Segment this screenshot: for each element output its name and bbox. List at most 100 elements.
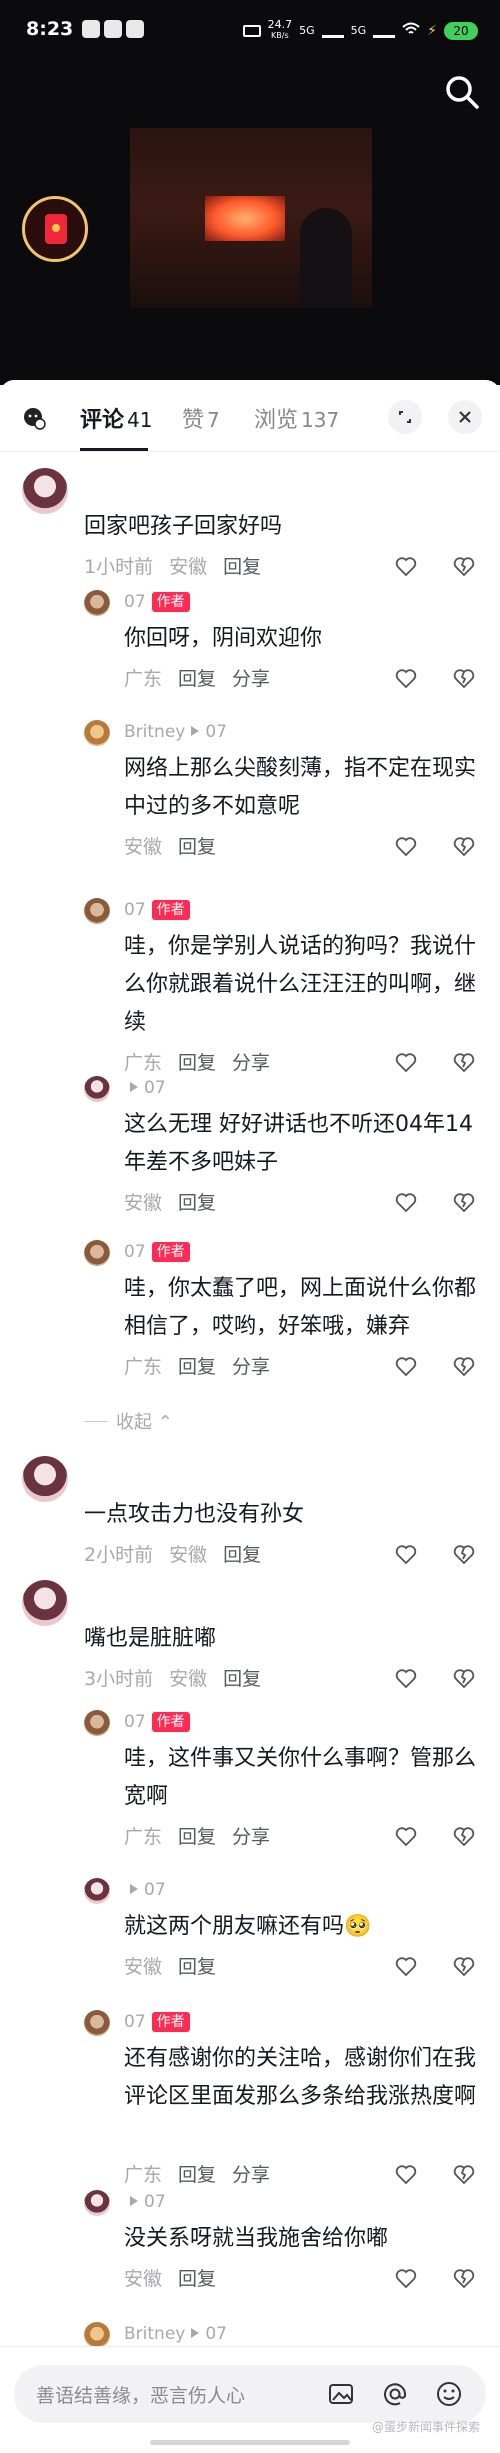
- comment-location: 安徽: [169, 556, 208, 578]
- reply-button[interactable]: 回复: [223, 556, 261, 578]
- dislike-broken-heart-icon[interactable]: [452, 1824, 476, 1852]
- avatar[interactable]: [22, 1456, 68, 1502]
- share-button[interactable]: 分享: [232, 1826, 270, 1848]
- reply-to-text: 07: [205, 2324, 227, 2344]
- reply-button[interactable]: 回复: [223, 1544, 261, 1566]
- comment-username[interactable]: 07: [124, 2192, 166, 2212]
- avatar[interactable]: [84, 590, 110, 616]
- avatar[interactable]: [84, 720, 110, 746]
- comment-username[interactable]: 07 作者: [124, 2012, 190, 2032]
- close-icon: [459, 411, 471, 423]
- author-badge: 作者: [151, 900, 190, 920]
- tab-likes[interactable]: 赞7: [182, 402, 220, 434]
- reply-button[interactable]: 回复: [223, 1668, 261, 1690]
- like-heart-icon[interactable]: [394, 2162, 418, 2190]
- share-button[interactable]: 分享: [232, 1052, 270, 1074]
- username-text: 07: [124, 2012, 146, 2032]
- username-text: 07: [124, 1242, 146, 1262]
- avatar[interactable]: [84, 2010, 110, 2036]
- reply-to-text: 07: [144, 1078, 166, 1098]
- dislike-broken-heart-icon[interactable]: [452, 1954, 476, 1982]
- dislike-broken-heart-icon[interactable]: [452, 666, 476, 694]
- avatar[interactable]: [84, 1878, 110, 1904]
- red-packet-button[interactable]: [22, 196, 88, 262]
- comment-time: 3小时前: [84, 1668, 154, 1690]
- status-right: 24.7 KB/s 5G 5G ⚡ 20: [242, 19, 478, 41]
- tab-underline: [80, 448, 148, 451]
- reply-button[interactable]: 回复: [178, 1826, 216, 1848]
- like-heart-icon[interactable]: [394, 1542, 418, 1570]
- avatar[interactable]: [22, 1580, 68, 1626]
- like-heart-icon[interactable]: [394, 834, 418, 862]
- like-heart-icon[interactable]: [394, 1666, 418, 1694]
- reply-arrow-icon: [191, 2328, 200, 2338]
- tab-comments[interactable]: 评论 41: [80, 402, 152, 434]
- tab-views-count: 137: [301, 408, 340, 432]
- comment-location: 安徽: [124, 1192, 163, 1214]
- comment-username[interactable]: 07 作者: [124, 592, 190, 612]
- reply-button[interactable]: 回复: [178, 1052, 216, 1074]
- like-heart-icon[interactable]: [394, 666, 418, 694]
- video-thumbnail[interactable]: [130, 128, 372, 308]
- dislike-broken-heart-icon[interactable]: [452, 554, 476, 582]
- reply-button[interactable]: 回复: [178, 1192, 216, 1214]
- comment-username[interactable]: 07: [124, 1880, 166, 1900]
- mention-icon[interactable]: [380, 2379, 410, 2409]
- share-button[interactable]: 分享: [232, 2164, 270, 2186]
- emoji-icon[interactable]: [434, 2379, 464, 2409]
- reply-button[interactable]: 回复: [178, 668, 216, 690]
- emoji-chat-icon[interactable]: [22, 406, 46, 430]
- comment-text: 哇，这件事又关你什么事啊？管那么宽啊: [124, 1746, 477, 1809]
- comment-username[interactable]: 07 作者: [124, 1242, 190, 1262]
- comment-location: 安徽: [124, 2268, 163, 2290]
- search-icon[interactable]: [442, 72, 482, 112]
- comment-actions: [394, 666, 476, 694]
- tab-views[interactable]: 浏览 137: [254, 402, 339, 434]
- like-heart-icon[interactable]: [394, 1050, 418, 1078]
- avatar[interactable]: [84, 1076, 110, 1102]
- comment-input-bar: 善语结善缘，恶言伤人心: [0, 2346, 500, 2453]
- share-button[interactable]: 分享: [232, 668, 270, 690]
- like-heart-icon[interactable]: [394, 2266, 418, 2294]
- reply-button[interactable]: 回复: [178, 1956, 216, 1978]
- signal-bars-icon: [321, 24, 344, 38]
- comment-username[interactable]: Britney 07: [124, 2324, 227, 2344]
- avatar[interactable]: [22, 468, 68, 514]
- expand-button[interactable]: [388, 400, 422, 434]
- reply-button[interactable]: 回复: [178, 836, 216, 858]
- like-heart-icon[interactable]: [394, 1190, 418, 1218]
- like-heart-icon[interactable]: [394, 554, 418, 582]
- comment-username[interactable]: 07 作者: [124, 900, 190, 920]
- reply-button[interactable]: 回复: [178, 2268, 216, 2290]
- avatar[interactable]: [84, 2190, 110, 2216]
- share-button[interactable]: 分享: [232, 1356, 270, 1378]
- dislike-broken-heart-icon[interactable]: [452, 834, 476, 862]
- signal-5g-1: 5G: [299, 24, 315, 37]
- dislike-broken-heart-icon[interactable]: [452, 1050, 476, 1078]
- dislike-broken-heart-icon[interactable]: [452, 1542, 476, 1570]
- comment-username[interactable]: 07 作者: [124, 1712, 190, 1732]
- dislike-broken-heart-icon[interactable]: [452, 2266, 476, 2294]
- close-button[interactable]: [448, 400, 482, 434]
- comment-username[interactable]: Britney 07: [124, 722, 227, 742]
- charging-icon: ⚡: [427, 22, 437, 39]
- comment-input[interactable]: 善语结善缘，恶言伤人心: [14, 2365, 486, 2423]
- comment-username[interactable]: 07: [124, 1078, 166, 1098]
- comment-text: 这么无理 好好讲话也不听还04年14年差不多吧妹子: [124, 1112, 473, 1175]
- reply-button[interactable]: 回复: [178, 1356, 216, 1378]
- dislike-broken-heart-icon[interactable]: [452, 1354, 476, 1382]
- like-heart-icon[interactable]: [394, 1354, 418, 1382]
- image-icon[interactable]: [326, 2379, 356, 2409]
- like-heart-icon[interactable]: [394, 1824, 418, 1852]
- reply-button[interactable]: 回复: [178, 2164, 216, 2186]
- comment-actions: [394, 1354, 476, 1382]
- avatar[interactable]: [84, 2322, 110, 2348]
- dislike-broken-heart-icon[interactable]: [452, 1190, 476, 1218]
- like-heart-icon[interactable]: [394, 1954, 418, 1982]
- dislike-broken-heart-icon[interactable]: [452, 1666, 476, 1694]
- collapse-replies-button[interactable]: 收起 ⌃: [84, 1408, 173, 1434]
- avatar[interactable]: [84, 1240, 110, 1266]
- avatar[interactable]: [84, 1710, 110, 1736]
- dislike-broken-heart-icon[interactable]: [452, 2162, 476, 2190]
- avatar[interactable]: [84, 898, 110, 924]
